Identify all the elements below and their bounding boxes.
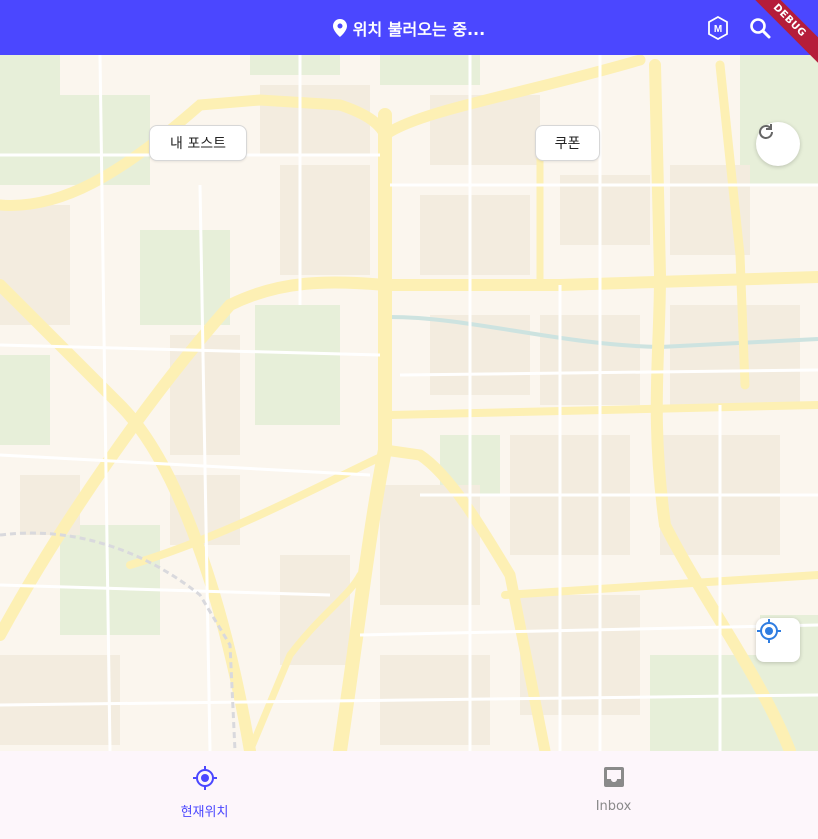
location-pin-icon bbox=[332, 18, 347, 37]
coupon-chip[interactable]: 쿠폰 bbox=[535, 125, 600, 161]
nav-item-inbox-label: Inbox bbox=[595, 799, 632, 814]
refresh-button[interactable] bbox=[756, 122, 800, 166]
app-bar: 위치 불러오는 중... M bbox=[0, 0, 818, 55]
nav-item-inbox[interactable]: Inbox bbox=[409, 751, 818, 839]
app-bar-title: 위치 불러오는 중... bbox=[352, 19, 486, 39]
my-location-icon bbox=[192, 765, 218, 795]
nav-item-current-location[interactable]: 현재위치 bbox=[0, 751, 409, 839]
bottom-navigation: 현재위치 Inbox bbox=[0, 751, 818, 839]
my-posts-chip-label: 내 포스트 bbox=[170, 136, 226, 152]
app-bar-title-group: 위치 불러오는 중... bbox=[332, 16, 486, 40]
search-icon[interactable] bbox=[746, 14, 774, 42]
map-major-roads bbox=[0, 55, 818, 751]
m-badge-icon[interactable]: M bbox=[704, 14, 732, 42]
nav-item-current-location-label: 현재위치 bbox=[180, 805, 229, 820]
coupon-chip-label: 쿠폰 bbox=[554, 136, 581, 152]
map-canvas bbox=[0, 55, 818, 751]
my-posts-chip[interactable]: 내 포스트 bbox=[149, 125, 247, 161]
inbox-icon bbox=[602, 765, 626, 793]
my-location-button[interactable] bbox=[756, 618, 800, 662]
svg-text:M: M bbox=[714, 24, 722, 35]
map-view[interactable]: 내 포스트 쿠폰 bbox=[0, 55, 818, 751]
